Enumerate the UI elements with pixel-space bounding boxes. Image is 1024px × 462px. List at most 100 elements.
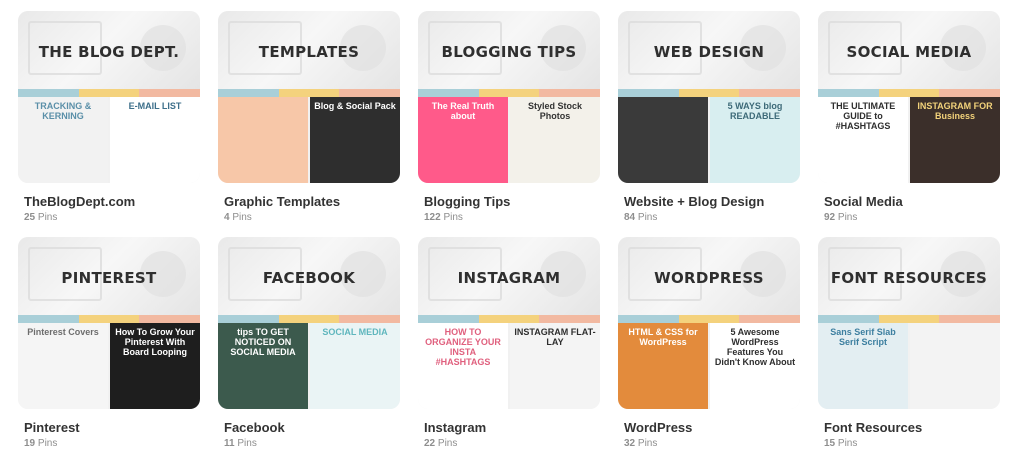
board-name[interactable]: Font Resources (824, 420, 922, 435)
pin-count-label: Pins (637, 438, 658, 449)
pin-thumbnail-text: THE ULTIMATE GUIDE to #HASHTAGS (830, 101, 896, 131)
pin-thumbnail[interactable]: TRACKING & KERNING (18, 97, 108, 183)
pin-thumbnail-text: 5 Awesome WordPress Features You Didn't … (714, 327, 796, 367)
pin-thumbnail[interactable] (910, 323, 1000, 409)
pin-count-value: 11 (224, 438, 235, 449)
pin-thumbnails: HOW TO ORGANIZE YOUR INSTA #HASHTAGS INS… (418, 323, 600, 409)
board-name[interactable]: Instagram (424, 420, 486, 435)
board-cover[interactable]: BLOGGING TIPS The Real Truth about Style… (418, 11, 600, 183)
pin-thumbnail[interactable]: HOW TO ORGANIZE YOUR INSTA #HASHTAGS (418, 323, 508, 409)
board-card[interactable]: WEB DESIGN 5 WAYS blog READABLE Website … (618, 11, 800, 223)
board-cover-banner: PINTEREST (18, 237, 200, 319)
board-cover-banner: SOCIAL MEDIA (818, 11, 1000, 93)
board-card[interactable]: INSTAGRAM HOW TO ORGANIZE YOUR INSTA #HA… (418, 237, 600, 449)
board-pin-count: 11 Pins (224, 438, 257, 449)
pin-thumbnail[interactable]: Pinterest Covers (18, 323, 108, 409)
board-pin-count: 19 Pins (24, 438, 57, 449)
pin-count-label: Pins (237, 438, 257, 449)
pin-count-value: 22 (424, 438, 436, 449)
pin-thumbnail[interactable]: E-MAIL LIST (110, 97, 200, 183)
pin-thumbnail[interactable]: The Real Truth about (418, 97, 508, 183)
pin-count-value: 122 (424, 212, 441, 223)
pin-thumbnail[interactable]: HTML & CSS for WordPress (618, 323, 708, 409)
pin-count-label: Pins (37, 438, 58, 449)
pin-thumbnail-text: HTML & CSS for WordPress (628, 327, 698, 347)
pin-thumbnails: tips TO GET NOTICED ON SOCIAL MEDIA SOCI… (218, 323, 400, 409)
pin-thumbnail[interactable]: Blog & Social Pack (310, 97, 400, 183)
pin-thumbnail-text: Styled Stock Photos (527, 101, 583, 121)
color-stripe (18, 315, 200, 323)
board-name[interactable]: Social Media (824, 194, 903, 209)
pin-thumbnail[interactable]: THE ULTIMATE GUIDE to #HASHTAGS (818, 97, 908, 183)
pin-thumbnail[interactable]: Styled Stock Photos (510, 97, 600, 183)
board-name[interactable]: WordPress (624, 420, 692, 435)
pin-thumbnails: 5 WAYS blog READABLE (618, 97, 800, 183)
pin-thumbnail[interactable] (618, 97, 708, 183)
board-cover[interactable]: FONT RESOURCES Sans Serif Slab Serif Scr… (818, 237, 1000, 409)
color-stripe (218, 315, 400, 323)
pin-thumbnail-text: Pinterest Covers (27, 327, 99, 337)
color-stripe (418, 315, 600, 323)
pin-thumbnail[interactable]: SOCIAL MEDIA (310, 323, 400, 409)
board-name[interactable]: Graphic Templates (224, 194, 340, 209)
board-card[interactable]: WORDPRESS HTML & CSS for WordPress 5 Awe… (618, 237, 800, 449)
board-cover-banner: TEMPLATES (218, 11, 400, 93)
pin-thumbnail[interactable]: INSTAGRAM FOR Business (910, 97, 1000, 183)
pin-count-value: 92 (824, 212, 836, 223)
pin-thumbnails: Pinterest Covers How To Grow Your Pinter… (18, 323, 200, 409)
board-name[interactable]: Pinterest (24, 420, 80, 435)
board-cover-banner: BLOGGING TIPS (418, 11, 600, 93)
board-card[interactable]: TEMPLATES Blog & Social Pack Graphic Tem… (218, 11, 400, 223)
pin-count-value: 25 (24, 212, 36, 223)
pin-thumbnail[interactable]: tips TO GET NOTICED ON SOCIAL MEDIA (218, 323, 308, 409)
pin-thumbnail-text: 5 WAYS blog READABLE (727, 101, 783, 121)
board-cover[interactable]: THE BLOG DEPT. TRACKING & KERNING E-MAIL… (18, 11, 200, 183)
board-card[interactable]: BLOGGING TIPS The Real Truth about Style… (418, 11, 600, 223)
pin-thumbnails: THE ULTIMATE GUIDE to #HASHTAGS INSTAGRA… (818, 97, 1000, 183)
board-name[interactable]: Blogging Tips (424, 194, 510, 209)
color-stripe (218, 89, 400, 97)
board-cover[interactable]: WEB DESIGN 5 WAYS blog READABLE (618, 11, 800, 183)
board-name[interactable]: Website + Blog Design (624, 194, 764, 209)
pin-thumbnail[interactable] (218, 97, 308, 183)
pin-thumbnail-text: HOW TO ORGANIZE YOUR INSTA #HASHTAGS (425, 327, 501, 367)
board-pin-count: 122 Pins (424, 212, 463, 223)
board-cover-title: FONT RESOURCES (830, 269, 988, 287)
board-card[interactable]: SOCIAL MEDIA THE ULTIMATE GUIDE to #HASH… (818, 11, 1000, 223)
board-cover[interactable]: WORDPRESS HTML & CSS for WordPress 5 Awe… (618, 237, 800, 409)
board-card[interactable]: THE BLOG DEPT. TRACKING & KERNING E-MAIL… (18, 11, 200, 223)
board-cover-title: FACEBOOK (262, 269, 356, 287)
pin-thumbnail[interactable]: Sans Serif Slab Serif Script (818, 323, 908, 409)
pin-thumbnails: TRACKING & KERNING E-MAIL LIST (18, 97, 200, 183)
board-card[interactable]: PINTEREST Pinterest Covers How To Grow Y… (18, 237, 200, 449)
color-stripe (818, 89, 1000, 97)
pin-thumbnail[interactable]: INSTAGRAM FLAT-LAY (510, 323, 600, 409)
pin-thumbnail[interactable]: 5 Awesome WordPress Features You Didn't … (710, 323, 800, 409)
board-cover[interactable]: SOCIAL MEDIA THE ULTIMATE GUIDE to #HASH… (818, 11, 1000, 183)
board-name[interactable]: Facebook (224, 420, 285, 435)
board-card[interactable]: FONT RESOURCES Sans Serif Slab Serif Scr… (818, 237, 1000, 449)
board-name[interactable]: TheBlogDept.com (24, 194, 135, 209)
board-cover-banner: INSTAGRAM (418, 237, 600, 319)
board-cover[interactable]: FACEBOOK tips TO GET NOTICED ON SOCIAL M… (218, 237, 400, 409)
pin-thumbnail-text: tips TO GET NOTICED ON SOCIAL MEDIA (230, 327, 296, 357)
board-cover-banner: WORDPRESS (618, 237, 800, 319)
board-cover[interactable]: PINTEREST Pinterest Covers How To Grow Y… (18, 237, 200, 409)
board-cover-banner: FONT RESOURCES (818, 237, 1000, 319)
pin-count-value: 84 (624, 212, 636, 223)
pin-thumbnail[interactable]: How To Grow Your Pinterest With Board Lo… (110, 323, 200, 409)
board-cover-banner: FACEBOOK (218, 237, 400, 319)
board-cover[interactable]: INSTAGRAM HOW TO ORGANIZE YOUR INSTA #HA… (418, 237, 600, 409)
pin-count-value: 4 (224, 212, 230, 223)
pin-thumbnail-text: Blog & Social Pack (314, 101, 396, 111)
board-cover-title: INSTAGRAM (457, 269, 561, 287)
pin-count-label: Pins (443, 212, 463, 223)
board-cover-banner: WEB DESIGN (618, 11, 800, 93)
board-cover[interactable]: TEMPLATES Blog & Social Pack (218, 11, 400, 183)
pin-thumbnails: The Real Truth about Styled Stock Photos (418, 97, 600, 183)
board-pin-count: 15 Pins (824, 438, 857, 449)
pin-thumbnail[interactable]: 5 WAYS blog READABLE (710, 97, 800, 183)
board-card[interactable]: FACEBOOK tips TO GET NOTICED ON SOCIAL M… (218, 237, 400, 449)
color-stripe (18, 89, 200, 97)
board-cover-title: THE BLOG DEPT. (38, 43, 180, 61)
